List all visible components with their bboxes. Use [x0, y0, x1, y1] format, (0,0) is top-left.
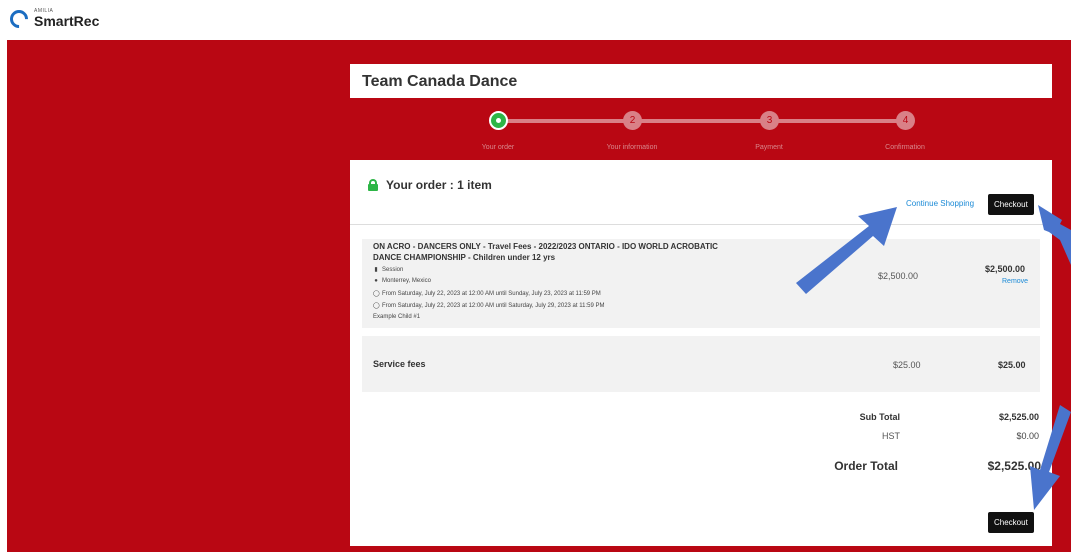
smartrec-logo[interactable]: AMILIA SmartRec — [6, 5, 100, 32]
continue-shopping-link[interactable]: Continue Shopping — [906, 199, 974, 208]
step-1-dot — [489, 111, 508, 130]
step-1-label: Your order — [481, 144, 515, 151]
item-schedule-2-text: From Saturday, July 22, 2023 at 12:00 AM… — [382, 302, 605, 309]
step-4-dot: 4 — [896, 111, 915, 130]
checkout-button-top[interactable]: Checkout — [988, 194, 1034, 215]
item-total: $2,500.00 — [985, 264, 1026, 274]
order-heading: Your order : 1 item — [368, 178, 492, 192]
item-location: ● Monterrey, Mexico — [373, 278, 431, 284]
item-location-text: Monterrey, Mexico — [382, 278, 431, 284]
fee-total: $25.00 — [998, 360, 1026, 370]
order-card: Your order : 1 item Continue Shopping Ch… — [350, 160, 1052, 546]
clock-icon: ◯ — [373, 291, 380, 297]
item-type-text: Session — [382, 266, 404, 273]
item-schedule-1: ◯ From Saturday, July 22, 2023 at 12:00 … — [373, 290, 601, 298]
page-title: Team Canada Dance — [362, 73, 518, 90]
item-schedule-2: ◯ From Saturday, July 22, 2023 at 12:00 … — [373, 302, 605, 310]
checkout-stepper: 2 3 4 Your order Your information Paymen… — [350, 108, 1052, 154]
step-2-dot: 2 — [623, 111, 642, 130]
checkout-button-bottom[interactable]: Checkout — [988, 512, 1034, 533]
order-total-value: $2,525.00 — [987, 459, 1041, 473]
logo-icon — [6, 5, 32, 32]
book-icon: ▮ — [374, 267, 378, 273]
remove-item-link[interactable]: Remove — [1002, 278, 1028, 285]
item-schedule-1-text: From Saturday, July 22, 2023 at 12:00 AM… — [382, 290, 601, 297]
logo-name: SmartRec — [34, 13, 100, 29]
order-total-label: Order Total — [834, 459, 898, 473]
item-type: ▮ Session — [373, 266, 404, 274]
store-header: Team Canada Dance — [350, 64, 1052, 98]
service-fee-row: Service fees $25.00 $25.00 — [362, 336, 1040, 392]
fee-price: $25.00 — [893, 360, 921, 370]
step-2-label: Your information — [606, 144, 658, 151]
step-3-label: Payment — [755, 144, 783, 151]
tax-label: HST — [882, 431, 900, 441]
divider — [350, 224, 1052, 225]
item-title: ON ACRO - DANCERS ONLY - Travel Fees - 2… — [373, 242, 718, 262]
top-bar: AMILIA SmartRec — [0, 0, 1071, 40]
subtotal-label: Sub Total — [859, 412, 900, 422]
tax-value: $0.00 — [1016, 431, 1039, 441]
subtotal-value: $2,525.00 — [998, 412, 1039, 422]
clock-icon: ◯ — [373, 303, 380, 309]
item-unit-price: $2,500.00 — [878, 271, 919, 281]
stepper-track — [496, 119, 910, 123]
cart-item: ON ACRO - DANCERS ONLY - Travel Fees - 2… — [362, 239, 1040, 328]
order-count: Your order : 1 item — [386, 178, 492, 192]
map-pin-icon: ● — [374, 278, 378, 284]
lock-icon — [368, 179, 378, 191]
fee-label: Service fees — [373, 359, 426, 369]
step-4-label: Confirmation — [885, 144, 925, 151]
item-participant: Example Child #1 — [373, 314, 421, 320]
step-active-icon — [496, 117, 501, 123]
step-3-dot: 3 — [760, 111, 779, 130]
